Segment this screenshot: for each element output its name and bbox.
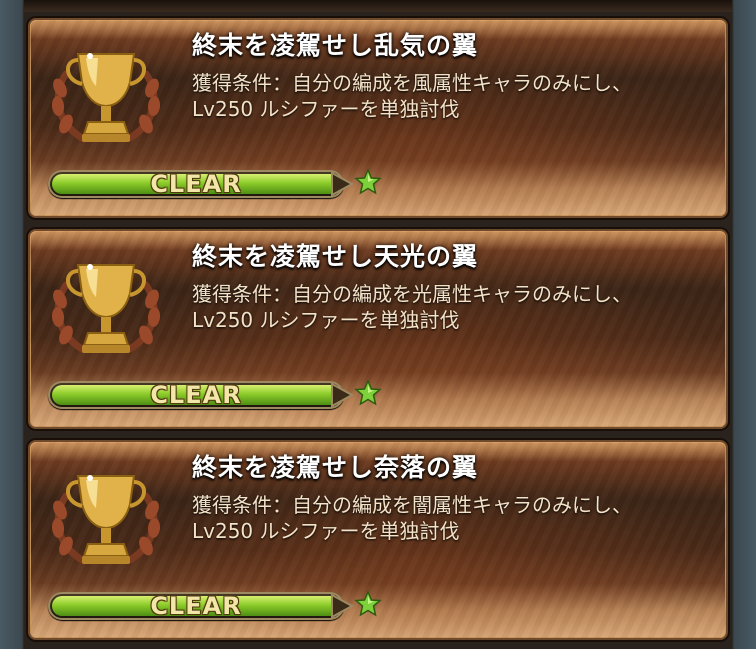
condition-line-2: Lv250 ルシファーを単独討伐 bbox=[192, 97, 460, 121]
list-top-edge bbox=[24, 0, 732, 12]
clear-label: CLEAR bbox=[150, 592, 242, 620]
clear-label: CLEAR bbox=[150, 381, 242, 409]
bar-end-arrow-icon bbox=[331, 593, 355, 619]
achievement-title: 終末を凌駕せし天光の翼 bbox=[192, 242, 479, 271]
achievement-list: 終末を凌駕せし乱気の翼 獲得条件：自分の編成を風属性キャラのみにし、 Lv250… bbox=[0, 0, 756, 649]
bar-end-arrow-icon bbox=[331, 382, 355, 408]
trophy-icon bbox=[51, 264, 161, 353]
trophy-icon bbox=[51, 475, 161, 564]
condition-line-1: 獲得条件：自分の編成を風属性キャラのみにし、 bbox=[192, 71, 632, 95]
condition-line-2: Lv250 ルシファーを単独討伐 bbox=[192, 519, 460, 543]
green-star-icon bbox=[354, 590, 382, 617]
bar-end-arrow-icon bbox=[331, 171, 355, 197]
condition-line-1: 獲得条件：自分の編成を光属性キャラのみにし、 bbox=[192, 282, 632, 306]
progress-bar: CLEAR bbox=[48, 170, 355, 198]
trophy-icon bbox=[51, 53, 161, 142]
achievement-condition: 獲得条件：自分の編成を光属性キャラのみにし、 Lv250 ルシファーを単独討伐 bbox=[192, 281, 632, 333]
progress-bar: CLEAR bbox=[48, 381, 355, 409]
clear-label: CLEAR bbox=[150, 170, 242, 198]
green-star-icon bbox=[354, 379, 382, 406]
achievement-condition: 獲得条件：自分の編成を闇属性キャラのみにし、 Lv250 ルシファーを単独討伐 bbox=[192, 492, 632, 544]
achievement-title: 終末を凌駕せし奈落の翼 bbox=[192, 453, 479, 482]
achievement-title: 終末を凌駕せし乱気の翼 bbox=[192, 31, 479, 60]
progress-bar: CLEAR bbox=[48, 592, 355, 620]
condition-line-2: Lv250 ルシファーを単独討伐 bbox=[192, 308, 460, 332]
achievement-condition: 獲得条件：自分の編成を風属性キャラのみにし、 Lv250 ルシファーを単独討伐 bbox=[192, 70, 632, 122]
condition-line-1: 獲得条件：自分の編成を闇属性キャラのみにし、 bbox=[192, 493, 632, 517]
achievement-card[interactable]: 終末を凌駕せし天光の翼 獲得条件：自分の編成を光属性キャラのみにし、 Lv250… bbox=[28, 229, 728, 429]
green-star-icon bbox=[354, 168, 382, 195]
achievement-card[interactable]: 終末を凌駕せし奈落の翼 獲得条件：自分の編成を闇属性キャラのみにし、 Lv250… bbox=[28, 440, 728, 640]
achievement-card[interactable]: 終末を凌駕せし乱気の翼 獲得条件：自分の編成を風属性キャラのみにし、 Lv250… bbox=[28, 18, 728, 218]
